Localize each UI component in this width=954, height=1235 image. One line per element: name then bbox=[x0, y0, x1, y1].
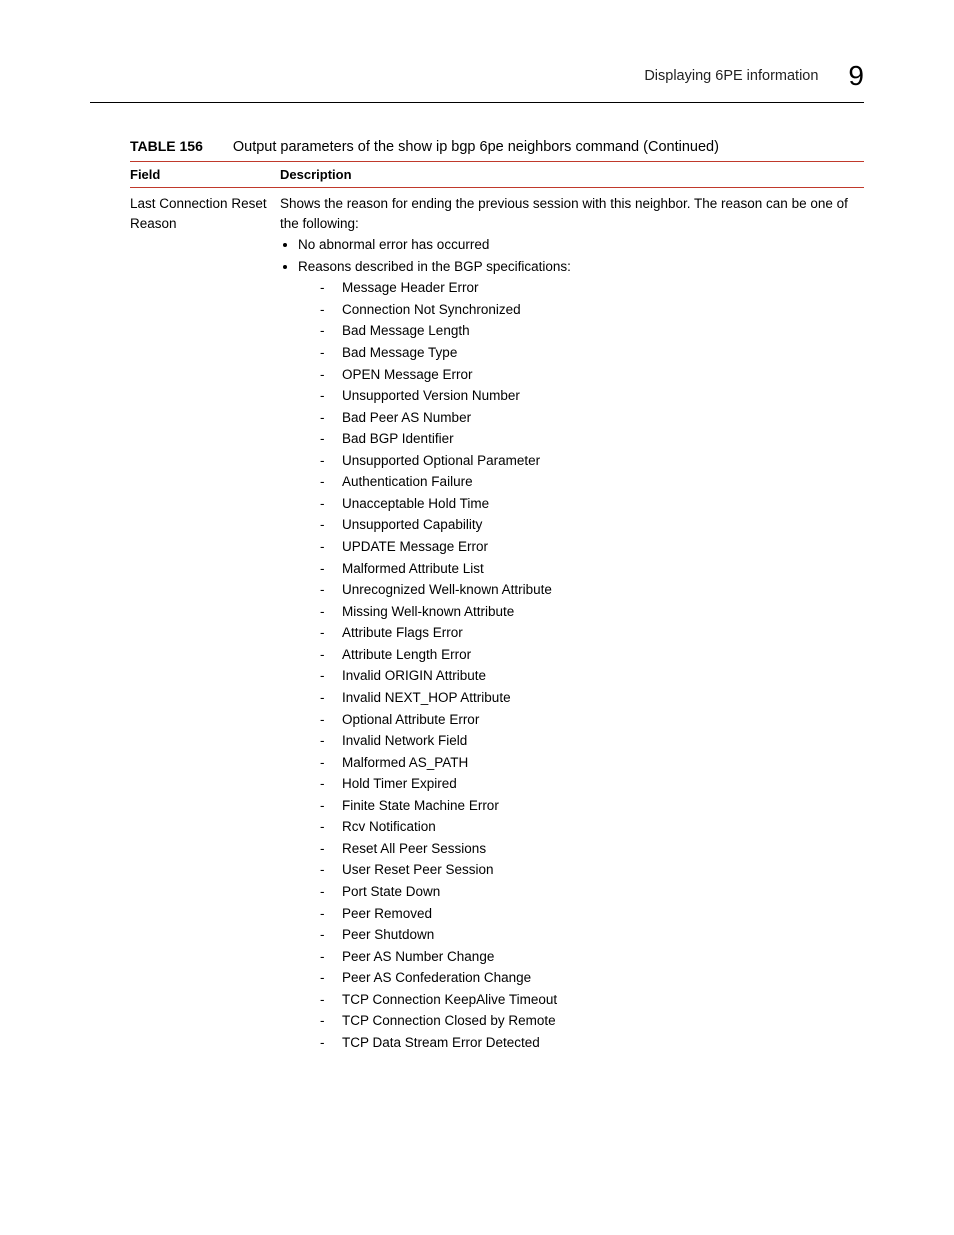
dash-item: Invalid ORIGIN Attribute bbox=[320, 666, 858, 686]
dash-item: Finite State Machine Error bbox=[320, 796, 858, 816]
dash-item: Message Header Error bbox=[320, 278, 858, 298]
page-header: Displaying 6PE information 9 bbox=[90, 60, 864, 92]
dash-item: OPEN Message Error bbox=[320, 365, 858, 385]
cell-description: Shows the reason for ending the previous… bbox=[280, 188, 864, 1061]
dash-item: Reset All Peer Sessions bbox=[320, 839, 858, 859]
dash-item: UPDATE Message Error bbox=[320, 537, 858, 557]
table-row: Last Connection Reset Reason Shows the r… bbox=[130, 188, 864, 1061]
table-number: TABLE 156 bbox=[130, 138, 203, 154]
dash-item: Unrecognized Well-known Attribute bbox=[320, 580, 858, 600]
dash-item: Authentication Failure bbox=[320, 472, 858, 492]
dash-item: Missing Well-known Attribute bbox=[320, 602, 858, 622]
dash-item: TCP Connection KeepAlive Timeout bbox=[320, 990, 858, 1010]
dash-item: Unacceptable Hold Time bbox=[320, 494, 858, 514]
dash-item: Hold Timer Expired bbox=[320, 774, 858, 794]
dash-item: User Reset Peer Session bbox=[320, 860, 858, 880]
dash-item: Rcv Notification bbox=[320, 817, 858, 837]
bullet-item: No abnormal error has occurred bbox=[298, 235, 858, 255]
dash-item: Peer Shutdown bbox=[320, 925, 858, 945]
dash-item: Peer AS Confederation Change bbox=[320, 968, 858, 988]
column-header-field: Field bbox=[130, 162, 280, 188]
dash-item: Invalid Network Field bbox=[320, 731, 858, 751]
column-header-description: Description bbox=[280, 162, 864, 188]
dash-item: Attribute Flags Error bbox=[320, 623, 858, 643]
dash-item: Malformed AS_PATH bbox=[320, 753, 858, 773]
dash-item: Bad Peer AS Number bbox=[320, 408, 858, 428]
dash-item: TCP Data Stream Error Detected bbox=[320, 1033, 858, 1053]
header-divider bbox=[90, 102, 864, 103]
page-container: Displaying 6PE information 9 TABLE 156 O… bbox=[0, 0, 954, 1101]
header-section-title: Displaying 6PE information bbox=[644, 68, 818, 84]
dash-item: Peer Removed bbox=[320, 904, 858, 924]
table-header-row: Field Description bbox=[130, 162, 864, 188]
dash-item: Attribute Length Error bbox=[320, 645, 858, 665]
bullet-item-label: Reasons described in the BGP specificati… bbox=[298, 259, 571, 274]
dash-item: Malformed Attribute List bbox=[320, 559, 858, 579]
dash-list: Message Header ErrorConnection Not Synch… bbox=[320, 278, 858, 1052]
dash-item: Unsupported Version Number bbox=[320, 386, 858, 406]
bullet-list: No abnormal error has occurred Reasons d… bbox=[298, 235, 858, 1052]
dash-item: Peer AS Number Change bbox=[320, 947, 858, 967]
dash-item: Optional Attribute Error bbox=[320, 710, 858, 730]
dash-item: Invalid NEXT_HOP Attribute bbox=[320, 688, 858, 708]
dash-item: TCP Connection Closed by Remote bbox=[320, 1011, 858, 1031]
dash-item: Bad Message Type bbox=[320, 343, 858, 363]
table-caption: Output parameters of the show ip bgp 6pe… bbox=[233, 139, 719, 155]
dash-item: Unsupported Capability bbox=[320, 515, 858, 535]
dash-item: Port State Down bbox=[320, 882, 858, 902]
dash-item: Bad Message Length bbox=[320, 321, 858, 341]
dash-item: Unsupported Optional Parameter bbox=[320, 451, 858, 471]
bullet-item: Reasons described in the BGP specificati… bbox=[298, 257, 858, 1053]
table-caption-row: TABLE 156 Output parameters of the show … bbox=[90, 138, 864, 155]
dash-item: Bad BGP Identifier bbox=[320, 429, 858, 449]
cell-field: Last Connection Reset Reason bbox=[130, 188, 280, 1061]
parameters-table: Field Description Last Connection Reset … bbox=[130, 161, 864, 1061]
dash-item: Connection Not Synchronized bbox=[320, 300, 858, 320]
chapter-number: 9 bbox=[848, 60, 864, 92]
description-intro: Shows the reason for ending the previous… bbox=[280, 194, 858, 233]
